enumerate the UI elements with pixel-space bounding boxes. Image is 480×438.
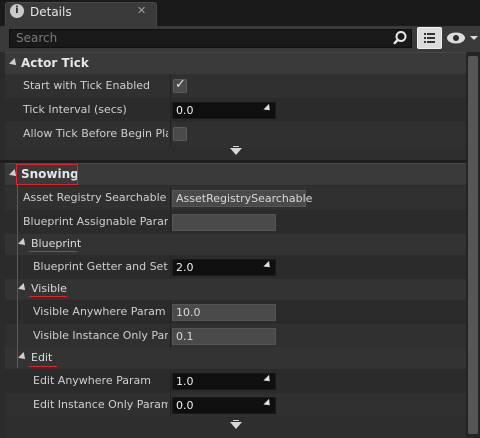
property-label: Edit Instance Only Param: [33, 398, 168, 411]
advanced-expand-icon[interactable]: [230, 148, 242, 155]
property-row: Tick Interval (secs) 0.0: [5, 98, 466, 122]
property-label: Asset Registry Searchable Param: [23, 191, 168, 204]
annotation-vertical-line: [17, 185, 18, 368]
column-divider[interactable]: [170, 369, 171, 393]
list-view-icon: [424, 33, 435, 43]
property-row: Edit Instance Only Param 0.0: [5, 393, 466, 417]
tick-interval-field[interactable]: 0.0: [172, 102, 276, 119]
asset-registry-field[interactable]: AssetRegistrySearchable: [172, 190, 312, 207]
advanced-bar: [233, 420, 239, 421]
column-divider[interactable]: [170, 186, 171, 210]
column-divider[interactable]: [170, 324, 171, 348]
search-placeholder: Search: [16, 31, 58, 45]
close-icon[interactable]: ✕: [137, 4, 146, 17]
collapse-arrow-icon[interactable]: [18, 238, 28, 248]
property-row: Allow Tick Before Begin Play: [5, 122, 466, 146]
column-divider[interactable]: [170, 210, 171, 234]
eye-icon[interactable]: [446, 30, 478, 46]
advanced-expander[interactable]: [5, 418, 466, 438]
category-actor-tick[interactable]: Actor Tick: [5, 52, 466, 74]
list-view-button[interactable]: [417, 27, 442, 49]
field-value: 0.1: [176, 330, 194, 343]
category-title: Actor Tick: [21, 56, 89, 70]
getter-setter-field[interactable]: 2.0: [172, 259, 276, 276]
field-value: 0.0: [176, 399, 194, 412]
field-value: AssetRegistrySearchable: [176, 192, 313, 205]
start-tick-checkbox[interactable]: ✓: [173, 77, 187, 93]
drag-handle-icon[interactable]: [263, 398, 273, 409]
collapse-arrow-icon[interactable]: [18, 352, 28, 362]
annotation-underline-edit: [29, 366, 57, 367]
tab-title: Details: [30, 5, 72, 19]
drag-handle-icon[interactable]: [263, 103, 273, 114]
field-value: 1.0: [176, 375, 194, 388]
property-row: Visible Anywhere Param 10.0: [5, 300, 466, 324]
property-row: Blueprint Assignable Param: [5, 210, 466, 234]
collapse-arrow-icon[interactable]: [18, 283, 28, 293]
edit-anywhere-field[interactable]: 1.0: [172, 373, 276, 390]
property-label: Tick Interval (secs): [23, 103, 127, 116]
property-row: Start with Tick Enabled ✓: [5, 74, 466, 98]
field-value: 10.0: [176, 306, 201, 319]
drag-handle-icon[interactable]: [263, 374, 273, 385]
annotation-underline-blueprint: [29, 251, 77, 252]
property-row: Visible Instance Only Param 0.1: [5, 324, 466, 348]
column-divider[interactable]: [170, 98, 171, 122]
column-divider[interactable]: [170, 300, 171, 324]
visible-instance-field[interactable]: 0.1: [172, 328, 276, 345]
property-label: Allow Tick Before Begin Play: [23, 127, 168, 140]
property-label: Visible Instance Only Param: [33, 329, 168, 342]
edit-instance-field[interactable]: 0.0: [172, 397, 276, 414]
details-tab[interactable]: [5, 2, 157, 26]
field-value: 2.0: [176, 261, 194, 274]
search-input[interactable]: [9, 29, 412, 48]
scrollbar-thumb[interactable]: [468, 56, 478, 434]
property-label: Blueprint Assignable Param: [23, 215, 168, 228]
property-label: Edit Anywhere Param: [33, 374, 151, 387]
property-label: Visible Anywhere Param: [33, 305, 166, 318]
visible-anywhere-field[interactable]: 10.0: [172, 304, 276, 321]
advanced-expand-icon[interactable]: [230, 422, 242, 429]
info-icon: i: [10, 4, 24, 18]
column-divider[interactable]: [170, 255, 171, 279]
blueprint-assignable-field[interactable]: [172, 214, 276, 231]
search-icon[interactable]: [392, 30, 408, 46]
advanced-bar: [233, 146, 239, 147]
field-value: 0.0: [176, 104, 194, 117]
property-row: Blueprint Getter and Setter 2.0: [5, 255, 466, 279]
property-row: Asset Registry Searchable Param AssetReg…: [5, 186, 466, 210]
column-divider[interactable]: [170, 122, 171, 146]
checkmark-icon: ✓: [175, 77, 186, 92]
annotation-underline-visible: [29, 296, 67, 297]
advanced-expander[interactable]: [5, 146, 466, 160]
column-divider[interactable]: [170, 393, 171, 417]
property-label: Blueprint Getter and Setter: [33, 260, 168, 273]
drag-handle-icon[interactable]: [263, 260, 273, 271]
subcategory-title: Edit: [31, 351, 53, 364]
subcategory-visible[interactable]: Visible: [5, 279, 466, 300]
subcategory-title: Visible: [31, 282, 67, 295]
allow-tick-checkbox[interactable]: [173, 127, 187, 141]
column-divider[interactable]: [170, 74, 171, 98]
property-label: Start with Tick Enabled: [23, 79, 151, 92]
annotation-box-snowing: [16, 164, 78, 185]
subcategory-edit[interactable]: Edit: [5, 348, 466, 369]
collapse-arrow-icon[interactable]: [9, 58, 19, 68]
subcategory-title: Blueprint: [31, 237, 82, 250]
property-row: Edit Anywhere Param 1.0: [5, 369, 466, 393]
